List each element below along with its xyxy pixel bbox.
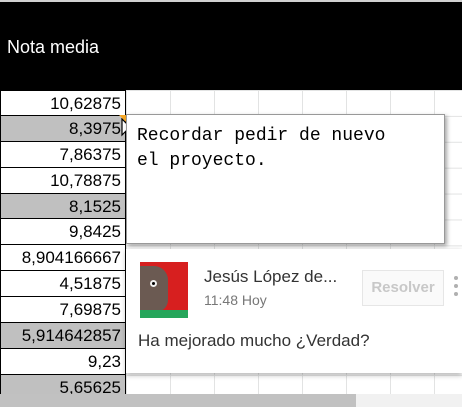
table-cell[interactable]: 8,1525 <box>0 193 126 220</box>
avatar-eye <box>150 280 157 287</box>
column-header-label: Nota media <box>7 37 100 57</box>
comment-card[interactable]: Jesús López de... 11:48 Hoy Resolver Ha … <box>126 249 462 373</box>
table-cell[interactable]: 9,8425 <box>0 219 126 246</box>
note-text-line-2: el proyecto. <box>137 151 267 171</box>
table-cell[interactable]: 9,23 <box>0 348 126 375</box>
table-cell[interactable]: 7,86375 <box>0 141 126 168</box>
table-cell[interactable]: 5,914642857 <box>0 323 126 349</box>
table-cell[interactable]: 5,65625 <box>0 374 126 394</box>
avatar <box>140 262 188 318</box>
table-cell[interactable]: 4,51875 <box>0 271 126 298</box>
table-cell[interactable]: 8,904166667 <box>0 245 126 272</box>
cell-note-popup[interactable]: Recordar pedir de nuevo el proyecto. <box>126 114 445 244</box>
avatar-strip <box>140 310 188 318</box>
horizontal-scrollbar-thumb[interactable] <box>0 394 356 407</box>
more-vert-icon[interactable] <box>454 276 458 300</box>
resolve-button[interactable]: Resolver <box>362 270 444 306</box>
comment-author: Jesús López de... <box>204 267 338 286</box>
column-header: Nota media <box>0 0 462 90</box>
avatar-face <box>140 266 168 312</box>
note-text-line-1: Recordar pedir de nuevo <box>137 126 386 146</box>
comment-text: Ha mejorado mucho ¿Verdad? <box>138 331 370 350</box>
table-cell[interactable]: 8,3975 <box>0 115 126 142</box>
comment-timestamp: 11:48 Hoy <box>204 292 267 308</box>
table-cell[interactable]: 10,78875 <box>0 167 126 194</box>
nota-media-column: 10,62875 8,3975 7,86375 10,78875 8,1525 9,842… <box>0 90 126 394</box>
table-cell[interactable]: 10,62875 <box>0 90 126 116</box>
table-cell[interactable]: 7,69875 <box>0 297 126 324</box>
